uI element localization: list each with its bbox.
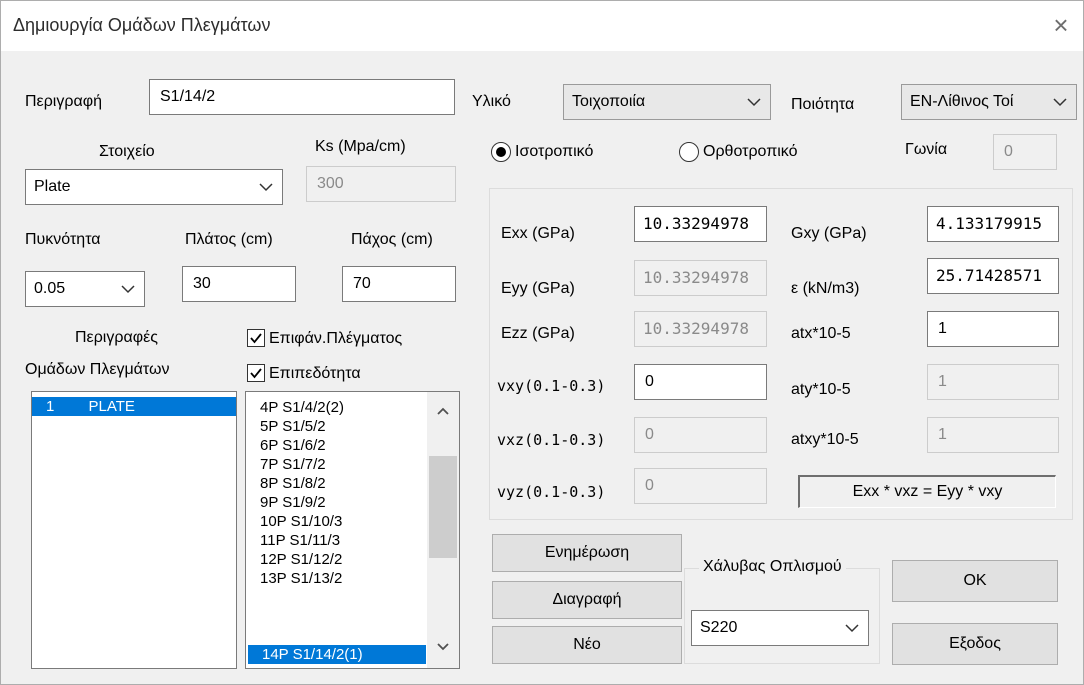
width-input[interactable]: 30 xyxy=(182,266,296,302)
isotropic-radio[interactable] xyxy=(491,142,511,162)
vxz-input[interactable]: 0 xyxy=(634,417,767,453)
steel-label: Χάλυβας Οπλισμού xyxy=(699,558,846,576)
list-item[interactable]: 8P S1/8/2 xyxy=(246,474,326,493)
element-label: Στοιχείο xyxy=(99,143,155,160)
formula-display: Exx * vxz = Eyy * vxy xyxy=(798,475,1056,508)
update-button[interactable]: Ενημέρωση xyxy=(492,534,682,572)
chevron-down-icon xyxy=(121,285,135,294)
description-label: Περιγραφή xyxy=(25,93,102,110)
atx-input[interactable]: 1 xyxy=(927,311,1059,347)
orthotropic-label: Ορθοτροπικό xyxy=(703,143,798,160)
ezz-input[interactable]: 10.33294978 xyxy=(634,311,767,347)
checkmark-icon xyxy=(250,368,262,379)
scrollbar[interactable] xyxy=(427,392,459,668)
width-label: Πλάτος (cm) xyxy=(185,231,273,248)
chevron-down-icon xyxy=(845,624,859,633)
eps-label: ε (kN/m3) xyxy=(791,280,860,297)
steel-select[interactable]: S220 xyxy=(691,610,869,646)
chevron-down-icon xyxy=(259,183,273,192)
groups-list[interactable]: 1 PLATE xyxy=(31,391,237,669)
plane-checkbox[interactable] xyxy=(247,364,265,382)
radio-dot-icon xyxy=(496,147,506,157)
list-item[interactable]: 13P S1/13/2 xyxy=(246,569,342,588)
list-item[interactable]: 10P S1/10/3 xyxy=(246,512,342,531)
list-item[interactable]: 12P S1/12/2 xyxy=(246,550,342,569)
list-item[interactable]: 9P S1/9/2 xyxy=(246,493,326,512)
delete-button[interactable]: Διαγραφή xyxy=(492,581,682,619)
density-select[interactable]: 0.05 xyxy=(25,271,145,307)
ezz-label: Ezz (GPa) xyxy=(501,325,575,342)
scroll-up-icon[interactable] xyxy=(436,406,450,416)
atxy-label: atxy*10-5 xyxy=(791,431,859,448)
quality-value: EN-Λίθινος Τοί xyxy=(910,93,1014,110)
chevron-down-icon xyxy=(1053,98,1067,107)
list-item[interactable]: 1 PLATE xyxy=(32,397,236,416)
material-value: Τοιχοποιία xyxy=(572,93,646,110)
groups-label-line1: Περιγραφές xyxy=(75,329,158,346)
group-number: 1 xyxy=(46,398,55,415)
chevron-down-icon xyxy=(747,98,761,107)
title-bar: Δημιουργία Ομάδων Πλεγμάτων × xyxy=(1,1,1083,51)
element-value: Plate xyxy=(34,178,71,195)
dialog-window: Δημιουργία Ομάδων Πλεγμάτων × Περιγραφή … xyxy=(0,0,1084,685)
exx-label: Exx (GPa) xyxy=(501,225,575,242)
gxy-label: Gxy (GPa) xyxy=(791,225,867,242)
scroll-down-icon[interactable] xyxy=(436,642,450,652)
ok-button[interactable]: OK xyxy=(892,560,1058,602)
vxz-label: vxz(0.1-0.3) xyxy=(497,431,606,449)
list-item[interactable]: 7P S1/7/2 xyxy=(246,455,326,474)
list-item[interactable]: 6P S1/6/2 xyxy=(246,436,326,455)
eps-input[interactable]: 25.71428571 xyxy=(927,258,1059,294)
eyy-label: Eyy (GPa) xyxy=(501,280,575,297)
mesh-list[interactable]: 4P S1/4/2(2) 5P S1/5/2 6P S1/6/2 7P S1/7… xyxy=(245,391,460,669)
description-input[interactable]: S1/14/2 xyxy=(149,79,455,115)
density-value: 0.05 xyxy=(34,280,66,297)
material-label: Υλικό xyxy=(472,93,511,110)
exit-button[interactable]: Εξοδος xyxy=(892,623,1058,665)
vxy-label: vxy(0.1-0.3) xyxy=(497,377,606,395)
thickness-label: Πάχος (cm) xyxy=(351,231,433,248)
orthotropic-radio[interactable] xyxy=(679,142,699,162)
density-label: Πυκνότητα xyxy=(25,231,101,248)
quality-select[interactable]: EN-Λίθινος Τοί xyxy=(901,84,1077,120)
aty-label: aty*10-5 xyxy=(791,381,851,398)
group-name: PLATE xyxy=(88,398,135,415)
window-title: Δημιουργία Ομάδων Πλεγμάτων xyxy=(13,15,271,35)
surface-checkbox[interactable] xyxy=(247,329,265,347)
ks-label: Ks (Mpa/cm) xyxy=(315,138,406,155)
steel-value: S220 xyxy=(700,619,738,636)
eyy-input[interactable]: 10.33294978 xyxy=(634,260,767,296)
vyz-label: vyz(0.1-0.3) xyxy=(497,483,606,501)
checkmark-icon xyxy=(250,333,262,344)
close-icon[interactable]: × xyxy=(1047,11,1075,39)
angle-label: Γωνία xyxy=(905,141,948,158)
material-select[interactable]: Τοιχοποιία xyxy=(563,84,771,120)
plane-checkbox-label: Επιπεδότητα xyxy=(269,365,361,382)
quality-label: Ποιότητα xyxy=(791,96,855,113)
surface-checkbox-label: Επιφάν.Πλέγματος xyxy=(269,330,403,347)
atxy-input[interactable]: 1 xyxy=(927,417,1059,453)
groups-label-line2: Ομάδων Πλεγμάτων xyxy=(25,361,170,378)
vxy-input[interactable]: 0 xyxy=(634,364,767,400)
angle-input[interactable]: 0 xyxy=(993,134,1057,170)
list-item[interactable]: 5P S1/5/2 xyxy=(246,417,326,436)
ks-input[interactable]: 300 xyxy=(306,166,456,202)
gxy-input[interactable]: 4.133179915 xyxy=(927,206,1059,242)
exx-input[interactable]: 10.33294978 xyxy=(634,206,767,242)
isotropic-label: Ισοτροπικό xyxy=(515,143,594,160)
thickness-input[interactable]: 70 xyxy=(342,266,456,302)
list-item[interactable]: 11P S1/11/3 xyxy=(246,531,340,550)
aty-input[interactable]: 1 xyxy=(927,364,1059,400)
new-button[interactable]: Νέο xyxy=(492,626,682,664)
scrollbar-thumb[interactable] xyxy=(429,456,457,558)
list-item-selected[interactable]: 14P S1/14/2(1) xyxy=(248,645,426,664)
element-select[interactable]: Plate xyxy=(25,169,283,205)
atx-label: atx*10-5 xyxy=(791,325,851,342)
list-item[interactable]: 4P S1/4/2(2) xyxy=(246,398,344,417)
vyz-input[interactable]: 0 xyxy=(634,468,767,504)
